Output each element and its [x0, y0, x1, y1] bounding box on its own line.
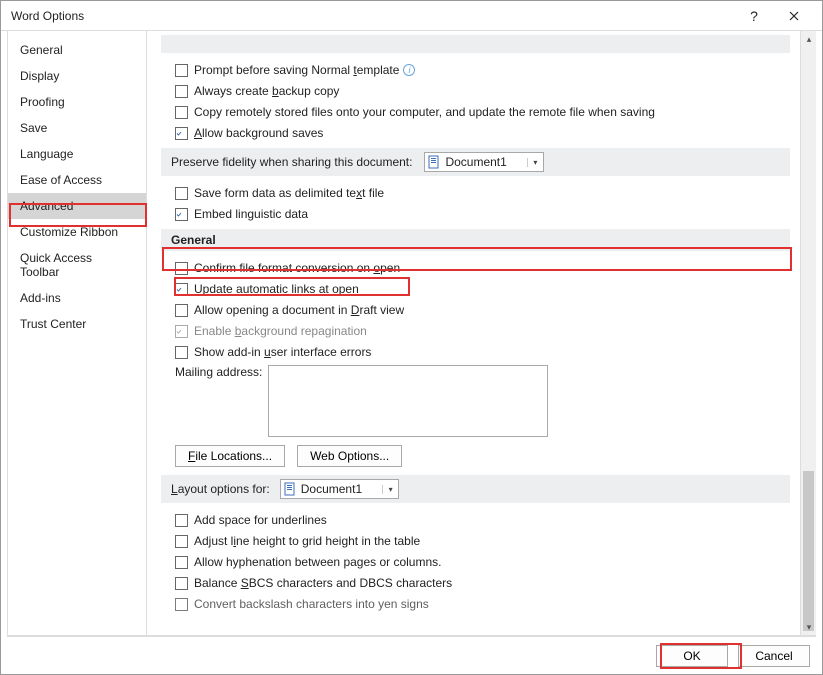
checkbox-icon[interactable] — [175, 262, 188, 275]
scroll-down-button[interactable]: ▾ — [801, 619, 816, 635]
document-icon — [281, 482, 299, 496]
document-dropdown[interactable]: Document1 ▾ — [424, 152, 543, 172]
scroll-thumb[interactable] — [803, 471, 814, 631]
chevron-down-icon[interactable]: ▾ — [382, 485, 398, 494]
checkbox-icon[interactable] — [175, 514, 188, 527]
btn-label: ile Locations... — [195, 449, 272, 463]
help-button[interactable]: ? — [734, 3, 774, 28]
opt-addin-errors[interactable]: Show add-in user interface errors — [175, 343, 790, 361]
dialog-title: Word Options — [11, 9, 734, 23]
section-layout-options: Layout options for: Document1 ▾ — [161, 475, 790, 503]
titlebar: Word Options ? — [1, 1, 822, 31]
dropdown-value: Document1 — [443, 155, 526, 169]
section-label: General — [171, 233, 216, 247]
cancel-button[interactable]: Cancel — [738, 645, 810, 667]
opt-label: Copy remotely stored files onto your com… — [194, 105, 655, 119]
sidebar-item-proofing[interactable]: Proofing — [8, 89, 146, 115]
opt-label: Confirm file format conversion on open — [194, 261, 400, 275]
opt-label: Embed linguistic data — [194, 207, 308, 221]
opt-label: Prompt before saving Normal template — [194, 63, 399, 77]
opt-allow-bg-saves[interactable]: Allow background saves — [175, 124, 790, 142]
checkbox-icon[interactable] — [175, 346, 188, 359]
checkbox-icon[interactable] — [175, 283, 188, 296]
opt-adjust-line-height[interactable]: Adjust line height to grid height in the… — [175, 532, 790, 550]
chevron-down-icon[interactable]: ▾ — [527, 158, 543, 167]
opt-label: Convert backslash characters into yen si… — [194, 597, 429, 611]
dialog-footer: OK Cancel — [1, 638, 822, 674]
opt-balance-sbcs-dbcs[interactable]: Balance SBCS characters and DBCS charact… — [175, 574, 790, 592]
opt-copy-remote-files[interactable]: Copy remotely stored files onto your com… — [175, 103, 790, 121]
opt-allow-hyphenation[interactable]: Allow hyphenation between pages or colum… — [175, 553, 790, 571]
checkbox-icon[interactable] — [175, 127, 188, 140]
opt-confirm-conversion[interactable]: Confirm file format conversion on open — [175, 259, 790, 277]
checkbox-icon[interactable] — [175, 304, 188, 317]
web-options-button[interactable]: Web Options... — [297, 445, 402, 467]
opt-label: Adjust line height to grid height in the… — [194, 534, 420, 548]
sidebar-item-add-ins[interactable]: Add-ins — [8, 285, 146, 311]
sidebar-item-general[interactable]: General — [8, 37, 146, 63]
section-label: Layout options for: — [171, 482, 270, 496]
sidebar-item-display[interactable]: Display — [8, 63, 146, 89]
vertical-scrollbar[interactable]: ▴ ▾ — [800, 31, 816, 635]
checkbox-icon[interactable] — [175, 208, 188, 221]
sidebar-item-advanced[interactable]: Advanced — [8, 193, 146, 219]
opt-prompt-normal-template[interactable]: Prompt before saving Normal template i — [175, 61, 790, 79]
mailing-address-row: Mailing address: — [175, 365, 790, 437]
sidebar-item-save[interactable]: Save — [8, 115, 146, 141]
opt-label: Update automatic links at open — [194, 282, 359, 296]
document-icon — [425, 155, 443, 169]
content-area: Prompt before saving Normal template i A… — [147, 31, 816, 636]
section-general: General — [161, 229, 790, 251]
options-panel: Prompt before saving Normal template i A… — [147, 31, 800, 635]
section-label: Preserve fidelity when sharing this docu… — [171, 155, 412, 169]
opt-draft-view[interactable]: Allow opening a document in Draft view — [175, 301, 790, 319]
opt-label: Save form data as delimited text file — [194, 186, 384, 200]
ok-button[interactable]: OK — [656, 645, 728, 667]
opt-label: Show add-in user interface errors — [194, 345, 371, 359]
checkbox-icon[interactable] — [175, 598, 188, 611]
word-options-dialog: Word Options ? General Display Proofing … — [0, 0, 823, 675]
dialog-body: General Display Proofing Save Language E… — [7, 31, 816, 637]
sidebar-item-quick-access-toolbar[interactable]: Quick Access Toolbar — [8, 245, 146, 285]
checkbox-icon — [175, 325, 188, 338]
opt-label: Enable background repagination — [194, 324, 367, 338]
general-buttons: File Locations... Web Options... — [175, 445, 790, 467]
opt-label: Allow hyphenation between pages or colum… — [194, 555, 442, 569]
category-sidebar: General Display Proofing Save Language E… — [7, 31, 147, 636]
file-locations-button[interactable]: File Locations... — [175, 445, 285, 467]
checkbox-icon[interactable] — [175, 187, 188, 200]
close-button[interactable] — [774, 3, 814, 28]
checkbox-icon[interactable] — [175, 64, 188, 77]
opt-label: Allow opening a document in Draft view — [194, 303, 404, 317]
opt-bg-repagination: Enable background repagination — [175, 322, 790, 340]
layout-document-dropdown[interactable]: Document1 ▾ — [280, 479, 399, 499]
checkbox-icon[interactable] — [175, 85, 188, 98]
opt-label: Add space for underlines — [194, 513, 327, 527]
checkbox-icon[interactable] — [175, 556, 188, 569]
scroll-up-button[interactable]: ▴ — [801, 31, 816, 47]
opt-update-links[interactable]: Update automatic links at open — [175, 280, 790, 298]
opt-label: Always create backup copy — [194, 84, 339, 98]
section-bar — [161, 35, 790, 53]
opt-save-form-data[interactable]: Save form data as delimited text file — [175, 184, 790, 202]
opt-label: Balance SBCS characters and DBCS charact… — [194, 576, 452, 590]
sidebar-item-customize-ribbon[interactable]: Customize Ribbon — [8, 219, 146, 245]
checkbox-icon[interactable] — [175, 535, 188, 548]
opt-always-backup[interactable]: Always create backup copy — [175, 82, 790, 100]
sidebar-item-language[interactable]: Language — [8, 141, 146, 167]
opt-embed-linguistic[interactable]: Embed linguistic data — [175, 205, 790, 223]
checkbox-icon[interactable] — [175, 106, 188, 119]
sidebar-item-trust-center[interactable]: Trust Center — [8, 311, 146, 337]
mailing-label: Mailing address: — [175, 365, 262, 437]
sidebar-item-ease-of-access[interactable]: Ease of Access — [8, 167, 146, 193]
mailing-address-input[interactable] — [268, 365, 548, 437]
section-preserve-fidelity: Preserve fidelity when sharing this docu… — [161, 148, 790, 176]
checkbox-icon[interactable] — [175, 577, 188, 590]
opt-label: Allow background saves — [194, 126, 323, 140]
opt-convert-backslash-yen[interactable]: Convert backslash characters into yen si… — [175, 595, 790, 613]
info-icon[interactable]: i — [403, 64, 415, 76]
dropdown-value: Document1 — [299, 482, 382, 496]
opt-add-space-underlines[interactable]: Add space for underlines — [175, 511, 790, 529]
